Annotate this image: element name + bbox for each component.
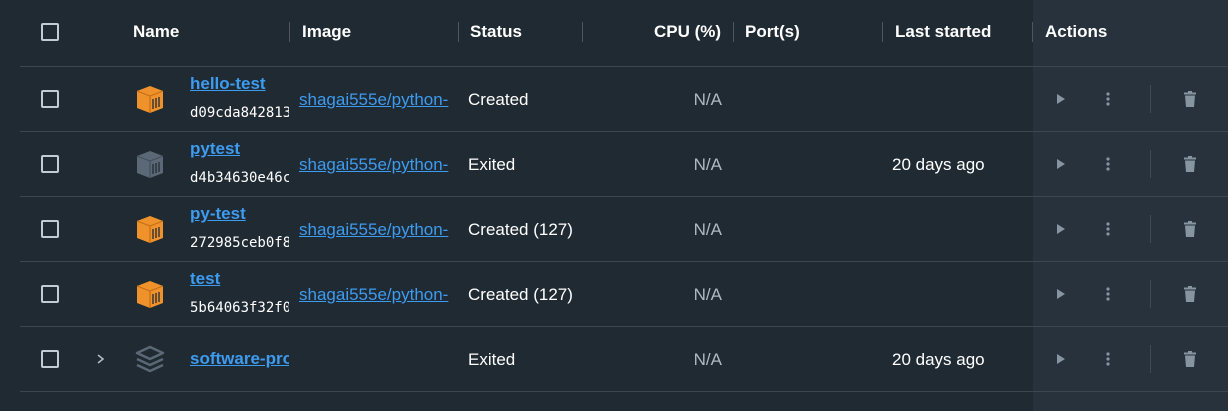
actions-divider bbox=[1150, 85, 1151, 113]
last-started: 20 days ago bbox=[892, 350, 985, 369]
actions-divider bbox=[1150, 345, 1151, 373]
row-checkbox[interactable] bbox=[41, 155, 59, 173]
start-icon[interactable] bbox=[1050, 349, 1070, 369]
actions-divider bbox=[1150, 215, 1151, 243]
more-options-icon[interactable] bbox=[1098, 349, 1118, 369]
table-row[interactable]: test 5b64063f32f0 shagai555e/python- Cre… bbox=[0, 262, 1228, 327]
start-icon[interactable] bbox=[1050, 284, 1070, 304]
header-image[interactable]: Image bbox=[302, 22, 351, 42]
container-id: d4b34630e46c bbox=[190, 170, 289, 186]
image-link[interactable]: shagai555e/python- bbox=[299, 154, 459, 176]
table-row[interactable]: pytest d4b34630e46c shagai555e/python- E… bbox=[0, 132, 1228, 197]
more-options-icon[interactable] bbox=[1098, 284, 1118, 304]
compose-stack-icon bbox=[135, 345, 165, 373]
image-link[interactable]: shagai555e/python- bbox=[299, 284, 459, 306]
header-name[interactable]: Name bbox=[133, 22, 179, 42]
more-options-icon[interactable] bbox=[1098, 154, 1118, 174]
header-actions: Actions bbox=[1045, 22, 1108, 41]
container-name-link[interactable]: test bbox=[190, 268, 289, 290]
container-icon bbox=[136, 86, 164, 113]
column-divider[interactable] bbox=[582, 22, 583, 42]
cpu-value: N/A bbox=[693, 90, 722, 109]
actions-divider bbox=[1150, 150, 1151, 178]
delete-icon[interactable] bbox=[1180, 349, 1200, 369]
image-link[interactable]: shagai555e/python- bbox=[299, 89, 459, 111]
cpu-value: N/A bbox=[693, 220, 722, 239]
header-last-started[interactable]: Last started bbox=[895, 22, 991, 42]
column-divider[interactable] bbox=[882, 22, 883, 42]
column-divider[interactable] bbox=[1032, 22, 1033, 42]
status-text: Exited bbox=[468, 350, 516, 369]
delete-icon[interactable] bbox=[1180, 154, 1200, 174]
delete-icon[interactable] bbox=[1180, 219, 1200, 239]
start-icon[interactable] bbox=[1050, 154, 1070, 174]
cpu-value: N/A bbox=[693, 285, 722, 304]
container-id: d09cda842813 bbox=[190, 105, 289, 121]
row-checkbox[interactable] bbox=[41, 350, 59, 368]
row-checkbox[interactable] bbox=[41, 90, 59, 108]
more-options-icon[interactable] bbox=[1098, 89, 1118, 109]
last-started: 20 days ago bbox=[892, 155, 985, 174]
chevron-right-icon[interactable] bbox=[95, 350, 107, 368]
image-link[interactable]: shagai555e/python- bbox=[299, 219, 459, 241]
table-row[interactable]: hello-test d09cda842813 shagai555e/pytho… bbox=[0, 67, 1228, 132]
select-all-checkbox[interactable] bbox=[41, 23, 59, 41]
container-icon bbox=[136, 151, 164, 178]
table-row[interactable]: py-test 272985ceb0f8 shagai555e/python- … bbox=[0, 197, 1228, 262]
status-text: Exited bbox=[468, 155, 516, 174]
row-checkbox[interactable] bbox=[41, 285, 59, 303]
header-cpu[interactable]: CPU (%) bbox=[654, 22, 721, 42]
status-text: Created (127) bbox=[468, 220, 573, 239]
delete-icon[interactable] bbox=[1180, 284, 1200, 304]
container-name-link[interactable]: hello-test bbox=[190, 73, 289, 95]
column-divider[interactable] bbox=[733, 22, 734, 42]
more-options-icon[interactable] bbox=[1098, 219, 1118, 239]
container-icon bbox=[136, 281, 164, 308]
column-divider[interactable] bbox=[458, 22, 459, 42]
start-icon[interactable] bbox=[1050, 219, 1070, 239]
column-divider[interactable] bbox=[289, 22, 290, 42]
header-ports[interactable]: Port(s) bbox=[745, 22, 800, 42]
stack-name-link[interactable]: software-pro bbox=[190, 348, 289, 370]
status-text: Created (127) bbox=[468, 285, 573, 304]
cpu-value: N/A bbox=[693, 350, 722, 369]
start-icon[interactable] bbox=[1050, 89, 1070, 109]
container-name-link[interactable]: pytest bbox=[190, 138, 289, 160]
container-name-link[interactable]: py-test bbox=[190, 203, 289, 225]
header-status[interactable]: Status bbox=[470, 22, 522, 42]
cpu-value: N/A bbox=[693, 155, 722, 174]
container-icon bbox=[136, 216, 164, 243]
table-header: Name Image Status CPU (%) Port(s) Last s… bbox=[0, 0, 1228, 66]
status-text: Created bbox=[468, 90, 529, 109]
container-id: 5b64063f32f0 bbox=[190, 300, 289, 316]
table-row[interactable]: software-pro Exited N/A 20 days ago bbox=[0, 327, 1228, 392]
container-id: 272985ceb0f8 bbox=[190, 235, 289, 251]
row-checkbox[interactable] bbox=[41, 220, 59, 238]
actions-divider bbox=[1150, 280, 1151, 308]
delete-icon[interactable] bbox=[1180, 89, 1200, 109]
